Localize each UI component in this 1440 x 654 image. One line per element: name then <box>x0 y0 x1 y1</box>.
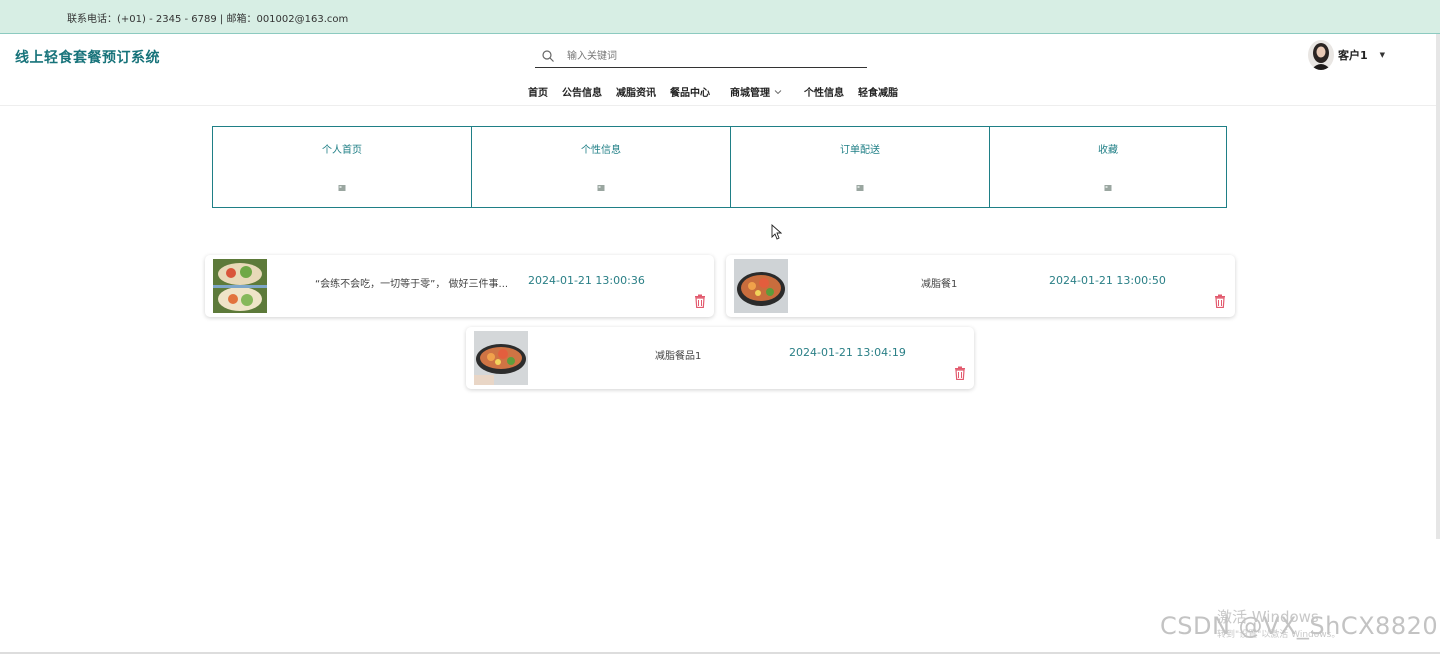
trash-icon[interactable] <box>1214 294 1226 308</box>
contact-info: 联系电话：(+01) - 2345 - 6789 | 邮箱：001002@163… <box>67 14 349 25</box>
favorite-card[interactable]: 减脂餐品1 2024-01-21 13:04:19 <box>466 327 974 389</box>
favorite-card[interactable]: 减脂餐1 2024-01-21 13:00:50 <box>726 255 1235 317</box>
favorite-card[interactable]: “会练不会吃，一切等于零”， 做好三件事... 2024-01-21 13:00… <box>205 255 714 317</box>
username[interactable]: 客户1 <box>1338 47 1368 63</box>
main-nav: 首页 公告信息 减脂资讯 餐品中心 商城管理 个性信息 轻食减脂 <box>528 84 898 99</box>
nav-home[interactable]: 首页 <box>528 84 548 99</box>
nav-personal-info[interactable]: 个性信息 <box>804 84 844 99</box>
broken-image-icon <box>1104 185 1112 191</box>
search-bar <box>535 46 867 68</box>
panel-label: 个人首页 <box>322 145 362 156</box>
favorite-title: 减脂餐品1 <box>655 351 702 362</box>
nav-fat-loss-news[interactable]: 减脂资讯 <box>616 84 656 99</box>
panel-personal-home[interactable]: 个人首页 <box>212 126 472 208</box>
panel-personal-info[interactable]: 个性信息 <box>471 126 731 208</box>
broken-image-icon <box>338 185 346 191</box>
nav-light-meal[interactable]: 轻食减脂 <box>858 84 898 99</box>
food-thumbnail[interactable] <box>474 331 528 385</box>
csdn-watermark: CSDN @VX_ShCX8820 <box>1160 612 1439 640</box>
food-thumbnail[interactable] <box>213 259 267 313</box>
search-input[interactable] <box>567 48 857 64</box>
scrollbar[interactable] <box>1436 34 1440 539</box>
nav-meal-center[interactable]: 餐品中心 <box>670 84 710 99</box>
user-center-panels: 个人首页 个性信息 订单配送 收藏 <box>212 126 1227 208</box>
panel-order-delivery[interactable]: 订单配送 <box>730 126 990 208</box>
chevron-down-icon <box>774 89 782 94</box>
favorite-title: 减脂餐1 <box>921 279 958 290</box>
search-icon[interactable] <box>541 49 555 63</box>
food-thumbnail[interactable] <box>734 259 788 313</box>
contact-bar: 联系电话：(+01) - 2345 - 6789 | 邮箱：001002@163… <box>0 0 1440 34</box>
header: 线上轻食套餐预订系统 客户1 ▼ 首页 公告信息 减脂资讯 餐品中心 商城管理 <box>0 34 1440 106</box>
nav-announcements[interactable]: 公告信息 <box>562 84 602 99</box>
trash-icon[interactable] <box>694 294 706 308</box>
broken-image-icon <box>597 185 605 191</box>
favorite-time: 2024-01-21 13:04:19 <box>789 346 906 359</box>
panel-label: 个性信息 <box>581 145 621 156</box>
site-title[interactable]: 线上轻食套餐预订系统 <box>15 47 160 67</box>
avatar[interactable] <box>1308 40 1334 70</box>
caret-down-icon[interactable]: ▼ <box>1380 51 1385 59</box>
user-menu[interactable]: 客户1 ▼ <box>1308 40 1385 70</box>
trash-icon[interactable] <box>954 366 966 380</box>
panel-label: 收藏 <box>1098 145 1118 156</box>
nav-shop-label: 商城管理 <box>730 88 770 99</box>
mouse-cursor-icon <box>771 224 782 240</box>
favorite-title: “会练不会吃，一切等于零”， 做好三件事... <box>315 279 509 290</box>
panel-label: 订单配送 <box>840 145 880 156</box>
broken-image-icon <box>856 185 864 191</box>
nav-shop-management[interactable]: 商城管理 <box>730 84 782 99</box>
favorite-time: 2024-01-21 13:00:50 <box>1049 274 1166 287</box>
favorite-time: 2024-01-21 13:00:36 <box>528 274 645 287</box>
panel-favorites[interactable]: 收藏 <box>989 126 1227 208</box>
